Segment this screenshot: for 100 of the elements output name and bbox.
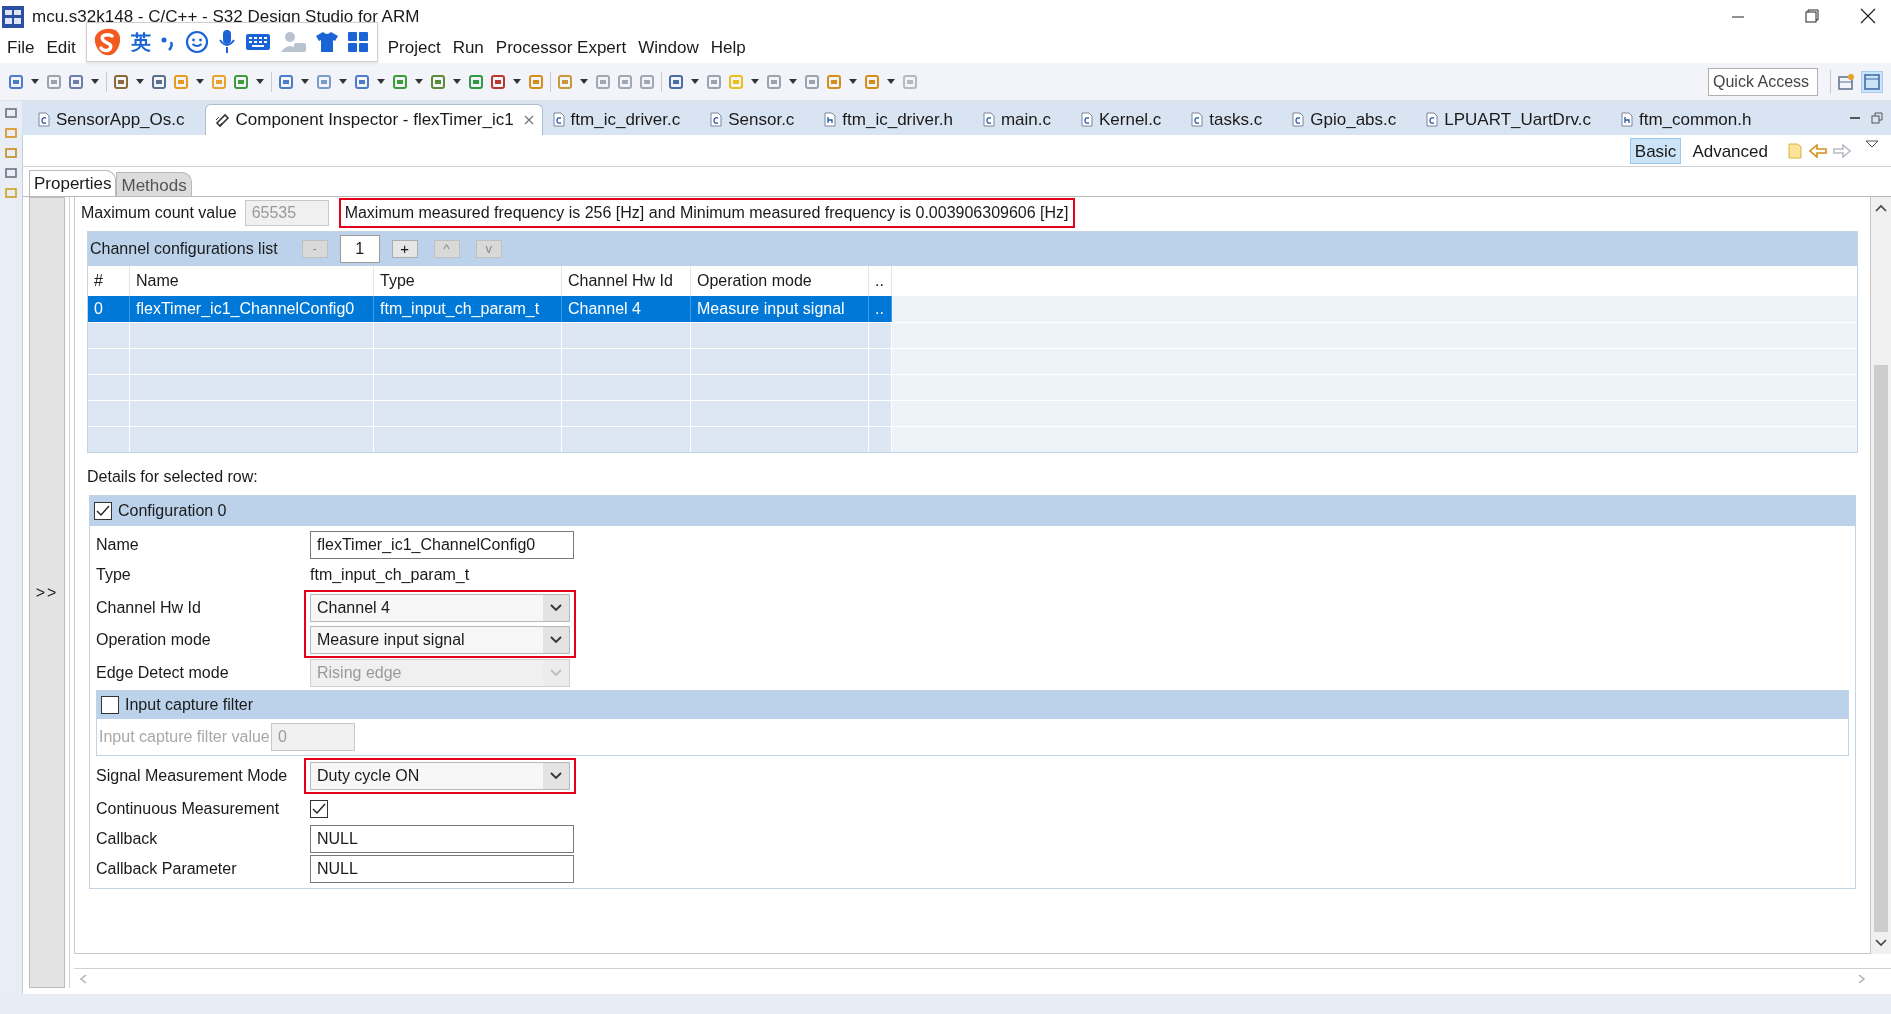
caret-icon[interactable]	[579, 77, 589, 86]
table-cell[interactable]: Measure input signal	[691, 296, 869, 322]
toolbar-icon[interactable]	[804, 73, 820, 90]
inspector-tab[interactable]: Properties	[29, 170, 117, 196]
menu-item[interactable]: Run	[446, 35, 490, 61]
tree-icon[interactable]	[5, 147, 17, 159]
table-cell[interactable]: ftm_input_ch_param_t	[374, 296, 562, 322]
folder-icon[interactable]	[5, 127, 17, 139]
input-field[interactable]: NULL	[310, 825, 574, 853]
chevron-down-icon[interactable]	[543, 627, 569, 653]
toolbar-icon[interactable]	[864, 73, 880, 90]
toolbar-icon[interactable]	[468, 73, 484, 90]
toolbar-icon[interactable]	[392, 73, 408, 90]
caret-icon[interactable]	[414, 77, 424, 86]
table-cell[interactable]: flexTimer_ic1_ChannelConfig0	[130, 296, 374, 322]
editor-tab[interactable]: ftm_ic_driver.c	[542, 104, 691, 135]
editor-tab[interactable]: SensorApp_Os.c	[28, 104, 195, 135]
table-cell[interactable]: ..	[869, 296, 892, 322]
restore-icon[interactable]	[5, 107, 17, 119]
table-cell[interactable]: 0	[88, 296, 130, 322]
back-arrow-icon[interactable]	[1809, 143, 1827, 158]
caret-icon[interactable]	[30, 77, 40, 86]
toolbar-icon[interactable]	[46, 73, 62, 90]
toolbar-icon[interactable]	[68, 73, 84, 90]
microphone-icon[interactable]	[217, 29, 237, 55]
checkbox[interactable]	[101, 696, 119, 714]
maximize-icon[interactable]	[1871, 112, 1883, 124]
keyboard-icon[interactable]	[245, 32, 271, 52]
caret-icon[interactable]	[135, 77, 145, 86]
view-mode-tab[interactable]: Advanced	[1687, 137, 1773, 164]
toolbar-icon[interactable]	[639, 73, 655, 90]
dropdown[interactable]: Channel 4	[310, 594, 570, 622]
toolbar-icon[interactable]	[316, 73, 332, 90]
caret-icon[interactable]	[750, 77, 760, 86]
toolbar-icon[interactable]	[490, 73, 506, 90]
editor-tab[interactable]: Component Inspector - flexTimer_ic1	[204, 104, 543, 135]
menu-item[interactable]: File	[1, 35, 41, 61]
caret-icon[interactable]	[376, 77, 386, 86]
toolbar-icon[interactable]	[557, 73, 573, 90]
editor-tab[interactable]: ftm_ic_driver.h	[814, 104, 963, 135]
open-perspective-icon[interactable]	[1837, 72, 1855, 91]
list-button[interactable]: +	[391, 240, 418, 258]
view-menu-icon[interactable]	[1865, 139, 1879, 149]
caret-icon[interactable]	[512, 77, 522, 86]
caret-icon[interactable]	[255, 77, 265, 86]
caret-icon[interactable]	[848, 77, 858, 86]
editor-tab[interactable]: ftm_common.h	[1611, 104, 1762, 135]
caret-icon[interactable]	[788, 77, 798, 86]
editor-tab[interactable]: Kernel.c	[1071, 104, 1172, 135]
quick-access-field[interactable]: Quick Access	[1708, 67, 1818, 96]
toolbar-icon[interactable]	[528, 73, 544, 90]
chevron-down-icon[interactable]	[543, 595, 569, 621]
grid-icon[interactable]	[347, 31, 369, 53]
menu-item[interactable]: Help	[704, 35, 752, 61]
input-field[interactable]: NULL	[310, 855, 574, 883]
view-mode-tab[interactable]: Basic	[1629, 137, 1682, 164]
toolbar-icon[interactable]	[617, 73, 633, 90]
toolbar-icon[interactable]	[233, 73, 249, 90]
editor-tab[interactable]: main.c	[972, 104, 1061, 135]
checkbox[interactable]	[94, 502, 112, 520]
menu-item[interactable]: Edit	[40, 35, 82, 61]
stack-icon[interactable]	[5, 187, 17, 199]
count-field[interactable]: 1	[339, 235, 380, 263]
inspector-tab[interactable]: Methods	[116, 172, 192, 196]
menu-item[interactable]: Window	[632, 35, 705, 61]
caret-icon[interactable]	[338, 77, 348, 86]
caret-icon[interactable]	[690, 77, 700, 86]
toolbar-icon[interactable]	[151, 73, 167, 90]
caret-icon[interactable]	[452, 77, 462, 86]
checkbox[interactable]	[310, 800, 328, 818]
menu-item[interactable]: Processor Expert	[489, 35, 633, 61]
caret-icon[interactable]	[300, 77, 310, 86]
input-field[interactable]: flexTimer_ic1_ChannelConfig0	[310, 531, 574, 559]
menu-item[interactable]: Project	[381, 35, 447, 61]
collapse-toggle[interactable]: >>	[35, 580, 59, 605]
editor-tab[interactable]: tasks.c	[1181, 104, 1273, 135]
toolbar-icon[interactable]	[8, 73, 24, 90]
editor-tab[interactable]: Gpio_abs.c	[1282, 104, 1407, 135]
shirt-icon[interactable]	[315, 31, 339, 53]
caret-icon[interactable]	[195, 77, 205, 86]
perspective-icon[interactable]	[1861, 70, 1883, 93]
table-cell[interactable]: Channel 4	[562, 296, 691, 322]
toolbar-icon[interactable]	[668, 73, 684, 90]
toolbar-icon[interactable]	[595, 73, 611, 90]
dropdown[interactable]: Measure input signal	[310, 626, 570, 654]
restore-icon[interactable]	[5, 167, 17, 179]
dropdown[interactable]: Duty cycle ON	[310, 762, 570, 790]
toolbar-icon[interactable]	[113, 73, 129, 90]
toolbar-icon[interactable]	[706, 73, 722, 90]
editor-tab[interactable]: Sensor.c	[700, 104, 805, 135]
input-mode-toggle[interactable]: 英	[131, 27, 151, 57]
toolbar-icon[interactable]	[766, 73, 782, 90]
caret-icon[interactable]	[90, 77, 100, 86]
chevron-down-icon[interactable]	[543, 763, 569, 789]
caret-icon[interactable]	[886, 77, 896, 86]
close-icon[interactable]	[523, 115, 534, 125]
smiley-icon[interactable]	[185, 30, 209, 54]
toolbar-icon[interactable]	[430, 73, 446, 90]
toolbar-icon[interactable]	[826, 73, 842, 90]
toolbar-icon[interactable]	[354, 73, 370, 90]
